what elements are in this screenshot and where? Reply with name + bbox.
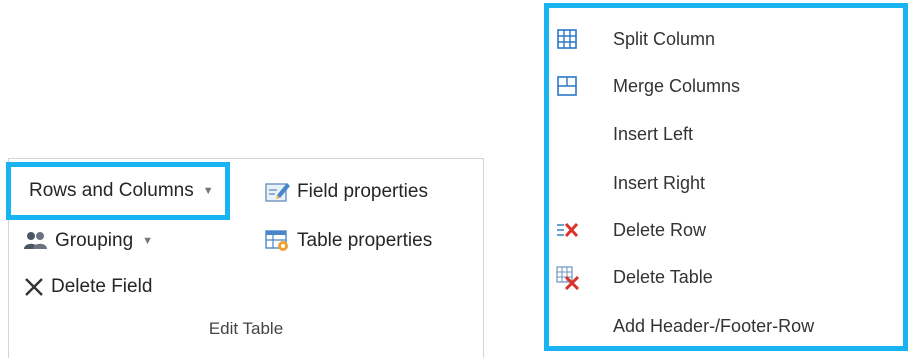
table-properties-label: Table properties (297, 230, 433, 251)
menu-item-add-header-footer-row[interactable]: Add Header-/Footer-Row (549, 304, 903, 348)
menu-item-label: Delete Table (613, 266, 713, 287)
close-icon (23, 276, 45, 298)
merge-columns-icon (556, 75, 578, 97)
menu-item-label: Merge Columns (613, 75, 741, 96)
field-properties-icon (265, 180, 291, 204)
split-column-icon (556, 28, 578, 50)
rows-and-columns-menu: Split Column Merge Columns Insert Left I… (544, 3, 908, 351)
menu-item-split-column[interactable]: Split Column (549, 17, 903, 61)
delete-row-icon (556, 219, 579, 241)
menu-item-delete-table[interactable]: Delete Table (549, 255, 903, 299)
menu-item-label: Add Header-/Footer-Row (613, 315, 815, 336)
table-properties-button[interactable]: Table properties (265, 225, 432, 257)
menu-item-merge-columns[interactable]: Merge Columns (549, 64, 903, 108)
edit-table-group: Rows and Columns ▼ Field properties Grou… (6, 158, 484, 358)
field-properties-label: Field properties (297, 181, 428, 202)
grouping-label: Grouping (55, 230, 134, 251)
table-properties-icon (265, 229, 291, 253)
delete-field-label: Delete Field (51, 276, 153, 297)
menu-item-label: Insert Right (613, 172, 706, 193)
chevron-down-icon: ▼ (142, 235, 154, 247)
menu-item-label: Insert Left (613, 123, 694, 144)
menu-item-insert-left[interactable]: Insert Left (549, 112, 903, 156)
menu-item-insert-right[interactable]: Insert Right (549, 161, 903, 205)
chevron-down-icon: ▼ (202, 185, 214, 197)
delete-table-icon (556, 266, 580, 290)
group-users-icon (23, 230, 49, 252)
menu-item-label: Split Column (613, 28, 716, 49)
delete-field-button[interactable]: Delete Field (23, 271, 152, 303)
rows-and-columns-button[interactable]: Rows and Columns ▼ (6, 162, 230, 220)
group-label: Edit Table (208, 319, 284, 338)
menu-item-label: Delete Row (613, 219, 707, 240)
grouping-button[interactable]: Grouping ▼ (23, 225, 153, 257)
menu-item-delete-row[interactable]: Delete Row (549, 208, 903, 252)
rows-and-columns-label: Rows and Columns (29, 180, 194, 201)
field-properties-button[interactable]: Field properties (265, 176, 428, 208)
